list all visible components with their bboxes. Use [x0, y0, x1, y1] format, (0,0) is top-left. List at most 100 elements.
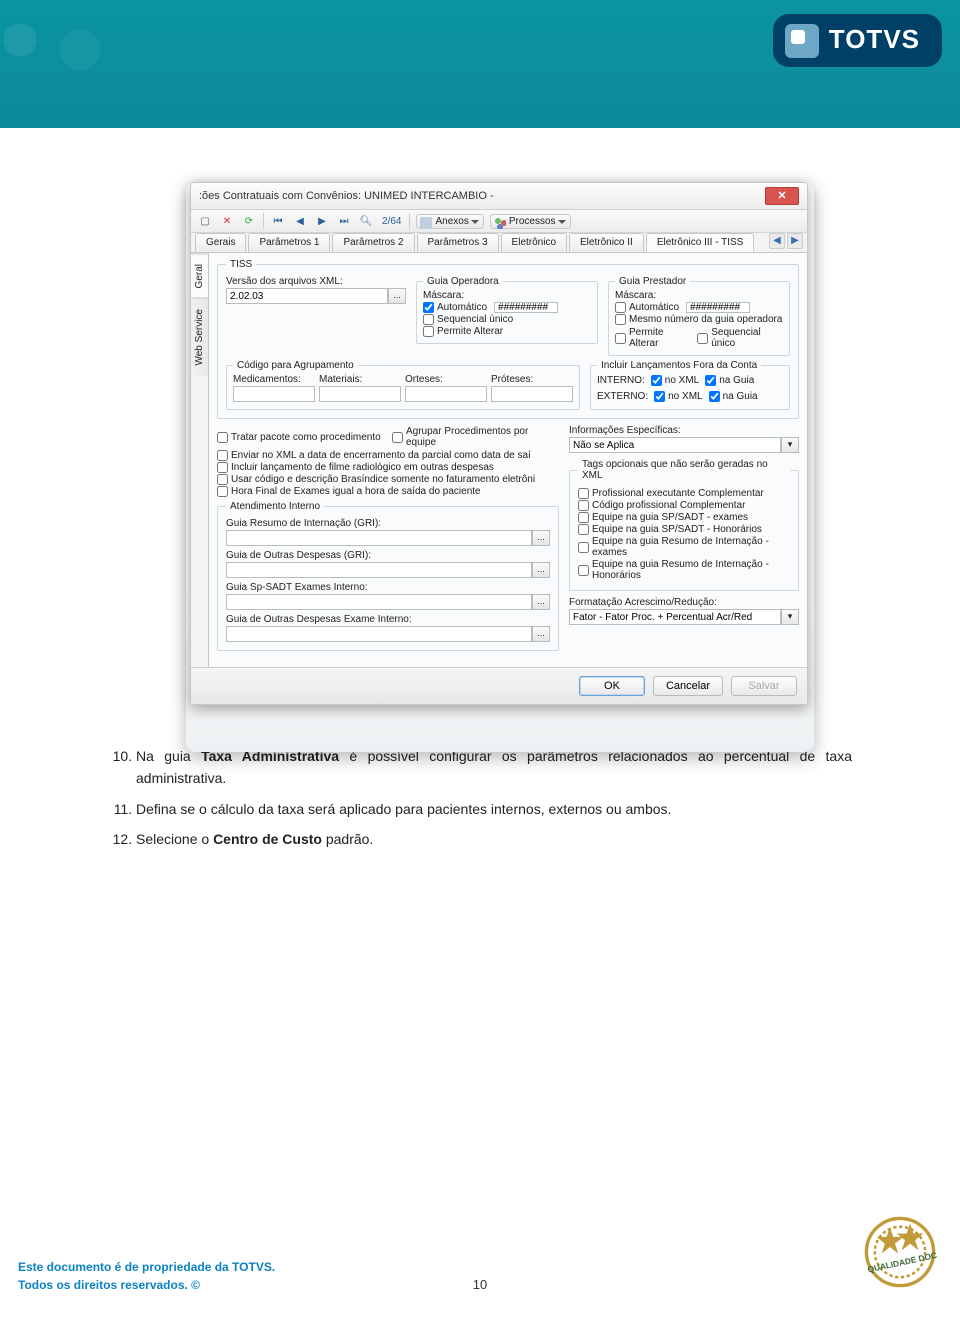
nav-first-icon[interactable]: ⏮	[270, 213, 286, 229]
tab-eletronico3-tiss[interactable]: Eletrônico III - TISS	[646, 233, 755, 252]
externo-label: EXTERNO:	[597, 391, 648, 402]
outras-ex-input[interactable]	[226, 626, 532, 642]
nav-next-icon[interactable]: ▶	[314, 213, 330, 229]
dialog-buttonbar: OK Cancelar Salvar	[191, 667, 807, 704]
window-titlebar: :ões Contratuais com Convênios: UNIMED I…	[191, 183, 807, 210]
agrupar-check[interactable]	[392, 432, 403, 443]
formatacao-dropdown-icon[interactable]: ▾	[781, 609, 799, 625]
processos-label: Processos	[509, 216, 556, 227]
prestador-mask-input[interactable]	[686, 302, 750, 313]
tab-parametros1[interactable]: Parâmetros 1	[248, 233, 330, 252]
tiss-legend: TISS	[226, 259, 256, 270]
guia-prestador-legend: Guia Prestador	[615, 276, 690, 287]
spsadt-input[interactable]	[226, 594, 532, 610]
tag1-check[interactable]	[578, 488, 589, 499]
filme-check[interactable]	[217, 462, 228, 473]
tab-parametros2[interactable]: Parâmetros 2	[332, 233, 414, 252]
search-icon[interactable]: 🔍︎	[358, 213, 374, 229]
info-select[interactable]	[569, 437, 781, 453]
prestador-mascara-label: Máscara:	[615, 290, 675, 301]
side-tab-geral[interactable]: Geral	[191, 253, 208, 298]
outras-gri-label: Guia de Outras Despesas (GRI):	[226, 550, 550, 561]
tab-eletronico2[interactable]: Eletrônico II	[569, 233, 644, 252]
side-tabs: Geral Web Service	[191, 253, 209, 667]
tag5-check[interactable]	[578, 542, 589, 553]
atendimento-interno-group: Atendimento Interno Guia Resumo de Inter…	[217, 501, 559, 651]
outras-ex-lookup-button[interactable]: ...	[532, 626, 550, 642]
processos-dropdown[interactable]: Processos	[490, 214, 571, 229]
guia-operadora-legend: Guia Operadora	[423, 276, 503, 287]
versao-lookup-button[interactable]: ...	[388, 288, 406, 304]
tab-eletronico[interactable]: Eletrônico	[501, 233, 567, 252]
tags-opcionais-group: Tags opcionais que não serão geradas no …	[569, 459, 799, 591]
gri-lookup-button[interactable]: ...	[532, 530, 550, 546]
agrup-prot-label: Próteses:	[491, 374, 573, 385]
brasidice-check[interactable]	[217, 474, 228, 485]
delete-icon[interactable]: ✕	[219, 213, 235, 229]
tab-parametros3[interactable]: Parâmetros 3	[417, 233, 499, 252]
agrup-med-input[interactable]	[233, 386, 315, 402]
anexos-dropdown[interactable]: Anexos	[416, 214, 483, 229]
cancelar-button[interactable]: Cancelar	[653, 676, 723, 696]
tag2-check[interactable]	[578, 500, 589, 511]
refresh-icon[interactable]: ⟳	[241, 213, 257, 229]
outras-gri-input[interactable]	[226, 562, 532, 578]
tab-scroll-left-icon[interactable]: ◀	[769, 233, 785, 249]
outras-gri-lookup-button[interactable]: ...	[532, 562, 550, 578]
brand-text: TOTVS	[829, 24, 920, 54]
tratar-check[interactable]	[217, 432, 228, 443]
prestador-permite-check[interactable]	[615, 333, 626, 344]
lancamentos-fora-group: Incluir Lançamentos Fora da Conta INTERN…	[590, 360, 790, 410]
window-close-button[interactable]: ✕	[765, 187, 799, 205]
list-item-11: Defina se o cálculo da taxa será aplicad…	[136, 798, 852, 820]
externo-guia-check[interactable]	[709, 391, 720, 402]
quality-seal-icon: QUALIDADE DOC	[858, 1210, 942, 1294]
totvs-logo: TOTVS	[773, 14, 942, 67]
agrup-prot-input[interactable]	[491, 386, 573, 402]
interno-guia-check[interactable]	[705, 375, 716, 386]
externo-xml-check[interactable]	[654, 391, 665, 402]
formatacao-select[interactable]	[569, 609, 781, 625]
prestador-mesmo-check[interactable]	[615, 314, 626, 325]
operadora-mask-input[interactable]	[494, 302, 558, 313]
side-tab-webservice[interactable]: Web Service	[191, 298, 208, 376]
prestador-auto-check[interactable]	[615, 302, 626, 313]
tag3-check[interactable]	[578, 512, 589, 523]
tab-gerais[interactable]: Gerais	[195, 233, 246, 252]
gri-input[interactable]	[226, 530, 532, 546]
spsadt-lookup-button[interactable]: ...	[532, 594, 550, 610]
form-area: TISS Versão dos arquivos XML: ... Guia O…	[209, 253, 807, 667]
nav-prev-icon[interactable]: ◀	[292, 213, 308, 229]
new-icon[interactable]: ▢	[197, 213, 213, 229]
agrup-ort-input[interactable]	[405, 386, 487, 402]
gri-label: Guia Resumo de Internação (GRI):	[226, 518, 550, 529]
anexos-label: Anexos	[435, 216, 468, 227]
agrup-legend: Código para Agrupamento	[233, 360, 358, 371]
toolbar: ▢ ✕ ⟳ ⏮ ◀ ▶ ⏭ 🔍︎ 2/64 Anexos Processos	[191, 210, 807, 233]
interno-xml-check[interactable]	[651, 375, 662, 386]
tag4-check[interactable]	[578, 524, 589, 535]
operadora-permite-check[interactable]	[423, 326, 434, 337]
operadora-auto-check[interactable]	[423, 302, 434, 313]
attachment-icon	[420, 217, 432, 229]
enviar-check[interactable]	[217, 450, 228, 461]
ok-button[interactable]: OK	[579, 676, 645, 696]
list-item-12: Selecione o Centro de Custo padrão.	[136, 828, 852, 850]
prestador-seq-check[interactable]	[697, 333, 708, 344]
versao-xml-input[interactable]	[226, 288, 388, 304]
tab-scroll-right-icon[interactable]: ▶	[787, 233, 803, 249]
tag6-check[interactable]	[578, 565, 589, 576]
totvs-cube-icon	[785, 24, 819, 58]
operadora-seq-check[interactable]	[423, 314, 434, 325]
tiss-group: TISS Versão dos arquivos XML: ... Guia O…	[217, 259, 799, 419]
interno-label: INTERNO:	[597, 375, 645, 386]
lanc-legend: Incluir Lançamentos Fora da Conta	[597, 360, 761, 371]
hora-check[interactable]	[217, 486, 228, 497]
chevron-down-icon	[558, 220, 566, 228]
versao-xml-label: Versão dos arquivos XML:	[226, 276, 406, 287]
nav-last-icon[interactable]: ⏭	[336, 213, 352, 229]
info-dropdown-icon[interactable]: ▾	[781, 437, 799, 453]
top-tabs: Gerais Parâmetros 1 Parâmetros 2 Parâmet…	[191, 233, 807, 253]
agrup-mat-input[interactable]	[319, 386, 401, 402]
mascara-label: Máscara:	[423, 290, 483, 301]
